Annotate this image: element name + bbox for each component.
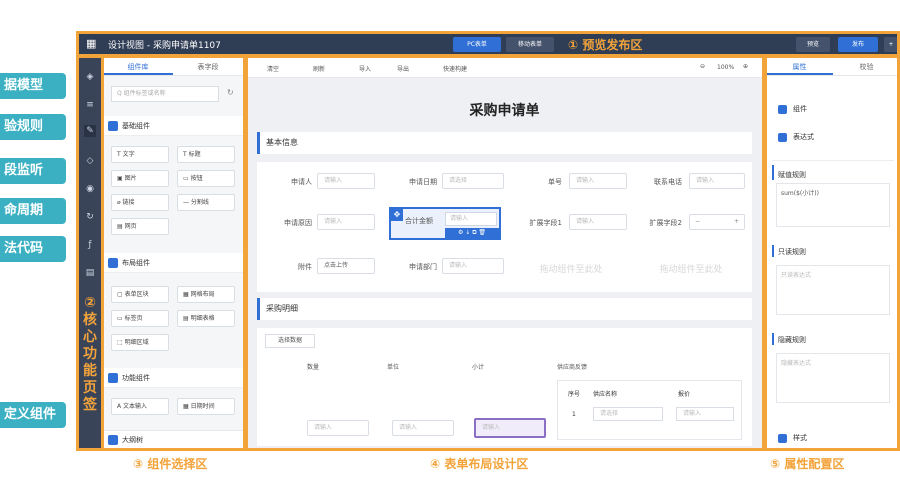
callout-field-listen: 段监听 <box>0 158 66 184</box>
frame-property-panel <box>764 55 900 451</box>
callout-lifecycle: 命周期 <box>0 198 66 224</box>
region-label-layout: ④ 表单布局设计区 <box>430 457 529 471</box>
callout-code: 法代码 <box>0 236 66 262</box>
frame-canvas <box>245 55 765 451</box>
callout-data-model: 据模型 <box>0 73 66 99</box>
callout-validation: 验规则 <box>0 114 66 140</box>
region-label-properties: ⑤ 属性配置区 <box>770 457 845 471</box>
frame-core-rail <box>76 55 104 451</box>
frame-component-panel <box>101 55 246 451</box>
callout-custom-component: 定义组件 <box>0 402 66 428</box>
frame-topbar <box>76 31 900 57</box>
region-label-components: ③ 组件选择区 <box>133 457 208 471</box>
